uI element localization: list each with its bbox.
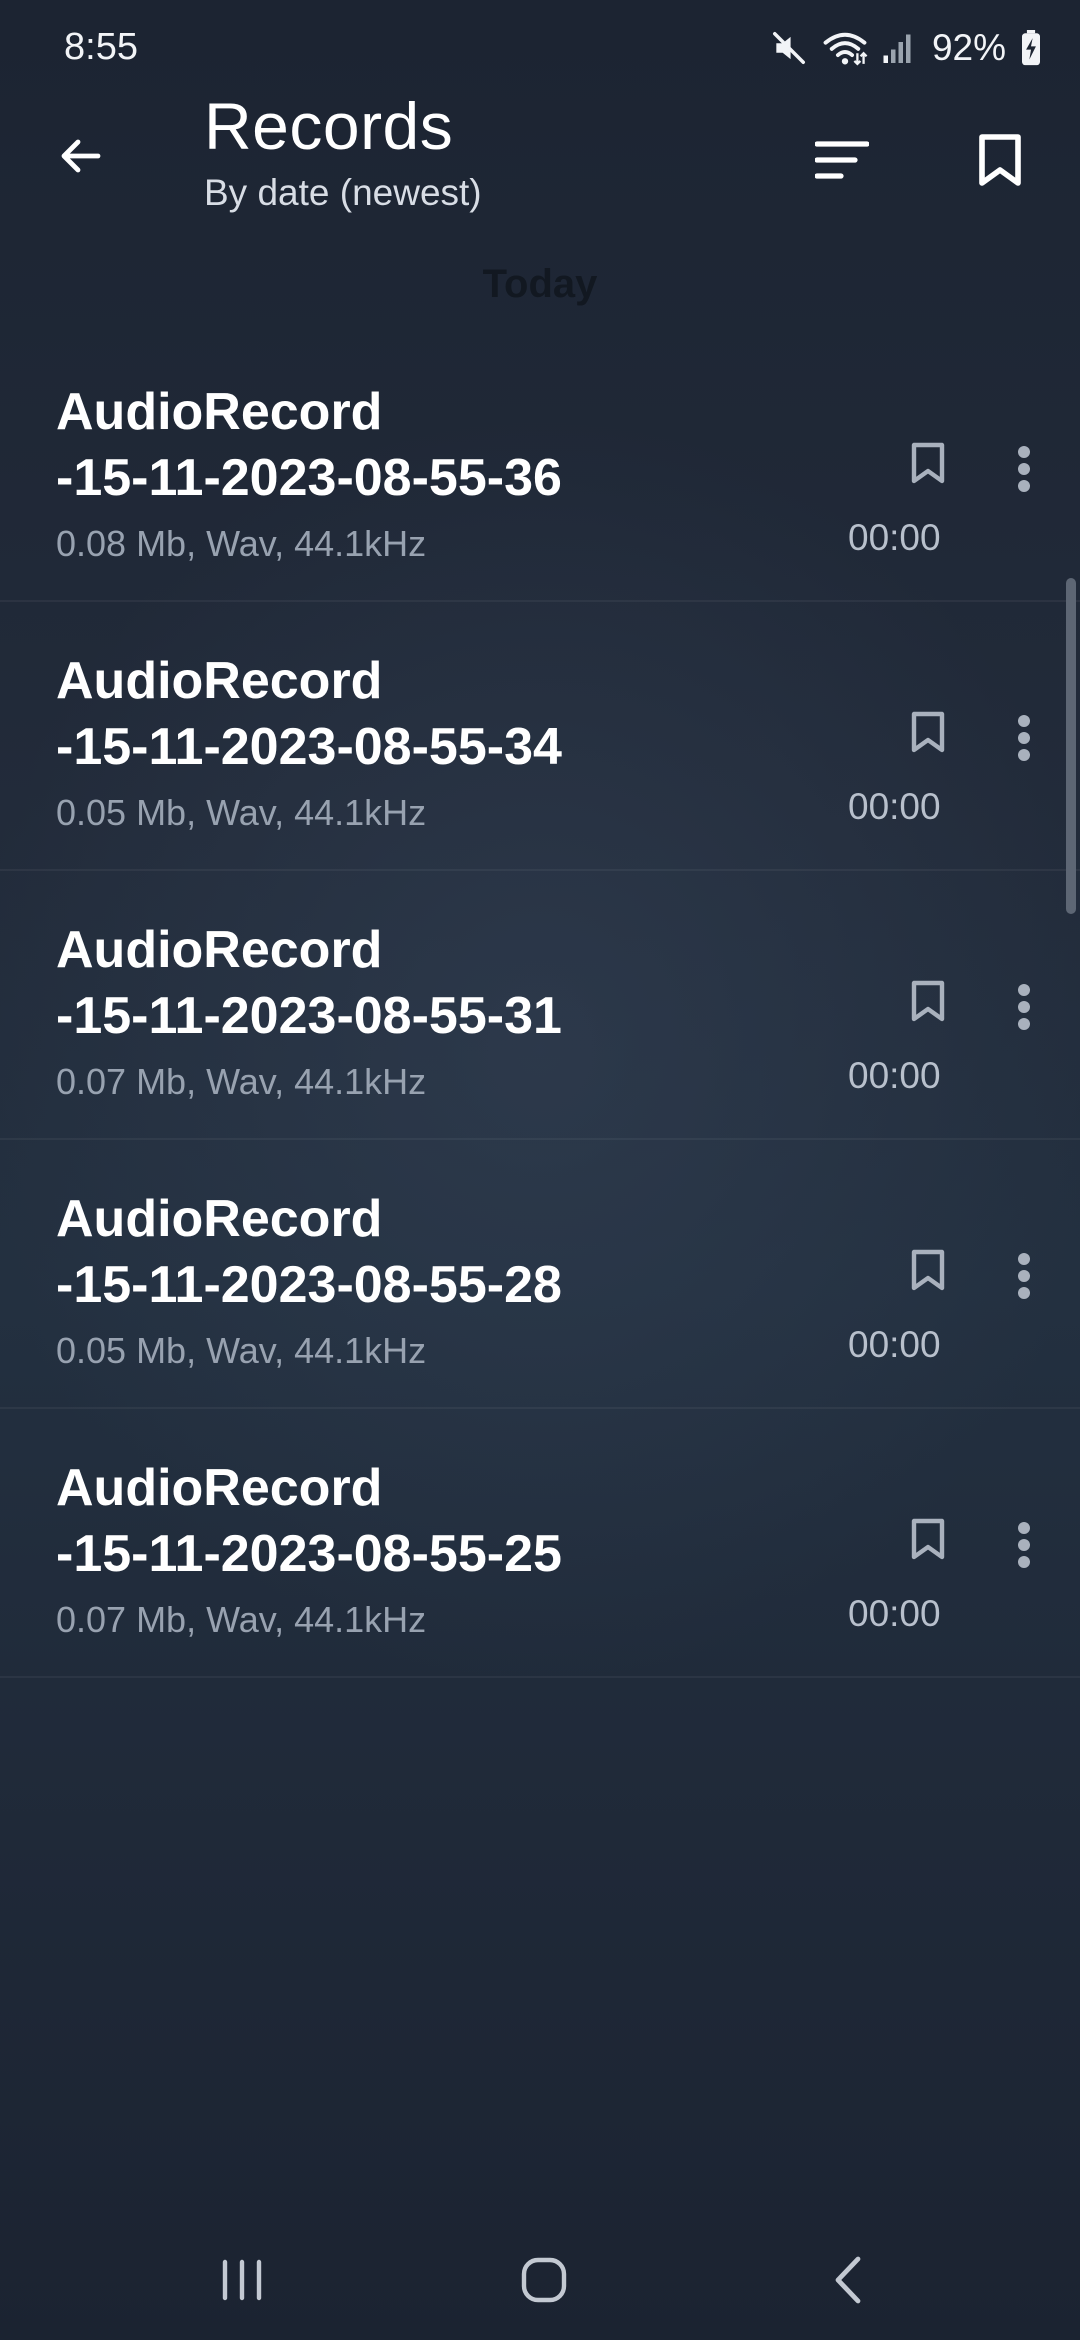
record-more-button[interactable] <box>1000 1240 1048 1312</box>
recent-apps-button[interactable] <box>192 2240 292 2320</box>
record-name-line-1: AudioRecord <box>56 652 383 710</box>
record-name-line-1: AudioRecord <box>56 383 383 441</box>
record-more-button[interactable] <box>1000 702 1048 774</box>
record-name-line-1: AudioRecord <box>56 1459 383 1517</box>
status-time: 8:55 <box>64 26 138 68</box>
record-more-button[interactable] <box>1000 1509 1048 1581</box>
bookmark-outline-icon <box>911 711 945 753</box>
back-arrow-icon <box>61 139 101 173</box>
record-duration: 00:00 <box>848 517 941 558</box>
record-name-line-1: AudioRecord <box>56 921 383 979</box>
record-more-button[interactable] <box>1000 971 1048 1043</box>
recent-apps-icon <box>222 2259 262 2301</box>
record-item[interactable]: AudioRecord -15-11-2023-08-55-31 0.07 Mb… <box>0 871 1080 1140</box>
sort-order-subtitle: By date (newest) <box>204 172 482 213</box>
record-bookmark-button[interactable] <box>900 1509 956 1569</box>
record-name-line-2: -15-11-2023-08-55-28 <box>56 1256 562 1314</box>
record-item[interactable]: AudioRecord -15-11-2023-08-55-36 0.08 Mb… <box>0 333 1080 602</box>
app-bar <box>0 96 1080 266</box>
record-meta: 0.07 Mb, Wav, 44.1kHz <box>56 1061 427 1102</box>
record-meta: 0.05 Mb, Wav, 44.1kHz <box>56 792 427 833</box>
wifi-icon <box>822 28 868 68</box>
record-name-line-2: -15-11-2023-08-55-31 <box>56 987 562 1045</box>
sort-icon <box>815 141 869 179</box>
system-navigation-bar <box>0 2220 1080 2340</box>
record-name: AudioRecord -15-11-2023-08-55-36 <box>56 379 656 511</box>
battery-percent: 92% <box>931 27 1006 68</box>
chevron-left-icon <box>835 2256 861 2304</box>
bookmark-icon <box>979 134 1021 186</box>
mute-icon <box>770 29 808 67</box>
bookmark-outline-icon <box>911 980 945 1022</box>
more-vert-icon <box>1018 984 1030 1030</box>
record-more-button[interactable] <box>1000 433 1048 505</box>
more-vert-icon <box>1018 446 1030 492</box>
bookmark-outline-icon <box>911 1518 945 1560</box>
more-vert-icon <box>1018 1253 1030 1299</box>
record-duration: 00:00 <box>848 1055 941 1096</box>
record-duration: 00:00 <box>848 1324 941 1365</box>
record-duration: 00:00 <box>848 1593 941 1634</box>
status-icons: 92% <box>770 22 1042 74</box>
status-bar: 8:55 92% <box>0 0 1080 96</box>
record-name: AudioRecord -15-11-2023-08-55-28 <box>56 1186 656 1318</box>
more-vert-icon <box>1018 715 1030 761</box>
bookmark-outline-icon <box>911 1249 945 1291</box>
home-icon <box>521 2257 567 2303</box>
record-name-line-2: -15-11-2023-08-55-36 <box>56 449 562 507</box>
record-name-line-2: -15-11-2023-08-55-25 <box>56 1525 562 1583</box>
section-header-today: Today <box>482 262 598 306</box>
home-button[interactable] <box>494 2240 594 2320</box>
record-meta: 0.07 Mb, Wav, 44.1kHz <box>56 1599 427 1640</box>
record-bookmark-button[interactable] <box>900 433 956 493</box>
record-meta: 0.08 Mb, Wav, 44.1kHz <box>56 523 427 564</box>
record-duration: 00:00 <box>848 786 941 827</box>
record-meta: 0.05 Mb, Wav, 44.1kHz <box>56 1330 427 1371</box>
bookmark-outline-icon <box>911 442 945 484</box>
back-button[interactable] <box>40 116 120 196</box>
record-item[interactable]: AudioRecord -15-11-2023-08-55-25 0.07 Mb… <box>0 1409 1080 1678</box>
record-item[interactable]: AudioRecord -15-11-2023-08-55-28 0.05 Mb… <box>0 1140 1080 1409</box>
list-scrollbar[interactable] <box>1066 578 1076 914</box>
signal-icon <box>882 31 912 65</box>
record-name: AudioRecord -15-11-2023-08-55-31 <box>56 917 656 1049</box>
page-title: Records <box>204 89 454 163</box>
record-bookmark-button[interactable] <box>900 702 956 762</box>
record-item[interactable]: AudioRecord -15-11-2023-08-55-34 0.05 Mb… <box>0 602 1080 871</box>
record-bookmark-button[interactable] <box>900 971 956 1031</box>
record-name-line-2: -15-11-2023-08-55-34 <box>56 718 562 776</box>
more-vert-icon <box>1018 1522 1030 1568</box>
record-bookmark-button[interactable] <box>900 1240 956 1300</box>
sort-button[interactable] <box>802 120 882 200</box>
system-back-button[interactable] <box>798 2240 898 2320</box>
bookmarks-button[interactable] <box>960 120 1040 200</box>
record-name: AudioRecord -15-11-2023-08-55-34 <box>56 648 656 780</box>
records-list: AudioRecord -15-11-2023-08-55-36 0.08 Mb… <box>0 333 1080 1678</box>
battery-charging-icon <box>1020 30 1042 66</box>
record-name: AudioRecord -15-11-2023-08-55-25 <box>56 1455 656 1587</box>
record-name-line-1: AudioRecord <box>56 1190 383 1248</box>
